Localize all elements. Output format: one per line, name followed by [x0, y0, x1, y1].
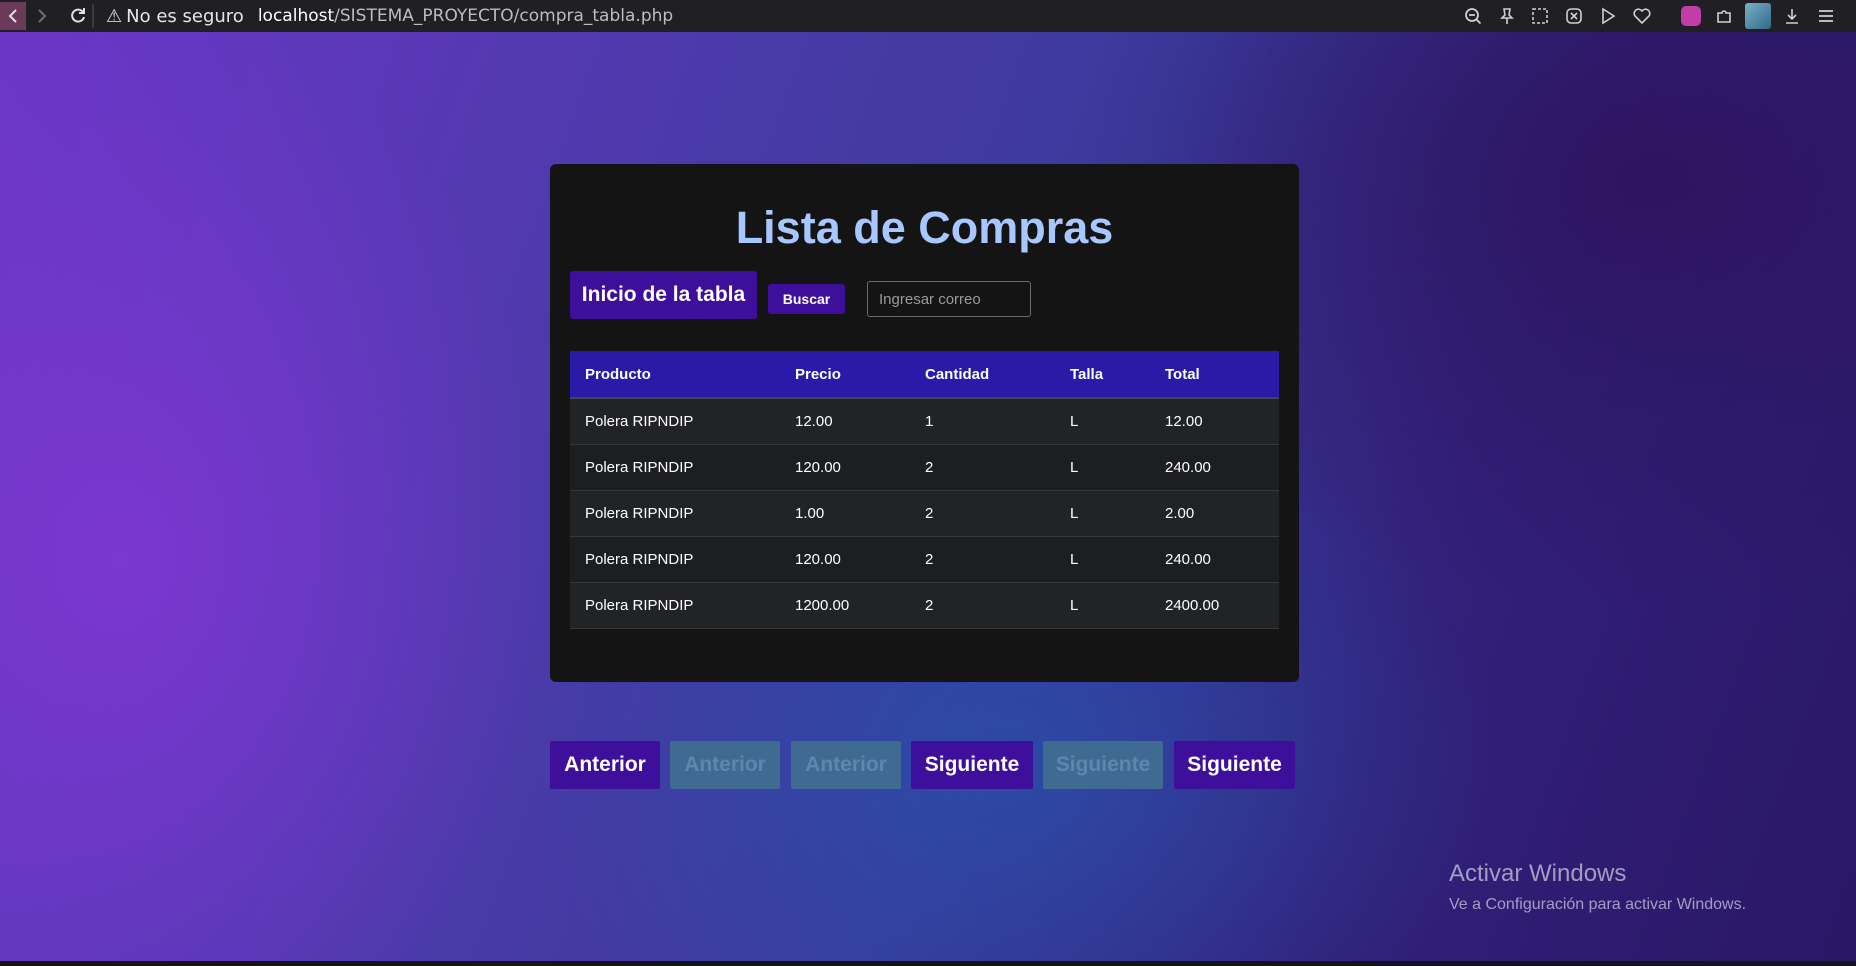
- next-button-disabled[interactable]: Siguiente: [1043, 741, 1163, 789]
- block-icon[interactable]: [1561, 3, 1587, 29]
- cell-total: 240.00: [1150, 444, 1279, 491]
- purchases-table: Producto Precio Cantidad Talla Total Pol…: [570, 351, 1279, 629]
- cell-cantidad: 1: [910, 398, 1055, 445]
- forward-icon[interactable]: [28, 2, 56, 30]
- cell-precio: 12.00: [780, 398, 910, 445]
- table-row: Polera RIPNDIP 120.00 2 L 240.00: [570, 444, 1279, 491]
- cell-precio: 120.00: [780, 444, 910, 491]
- next-button[interactable]: Siguiente: [1174, 741, 1295, 789]
- column-header-cantidad: Cantidad: [910, 351, 1055, 399]
- watermark-title: Activar Windows: [1449, 860, 1627, 887]
- column-header-precio: Precio: [780, 351, 910, 399]
- cell-talla: L: [1055, 444, 1150, 491]
- play-icon[interactable]: [1595, 3, 1621, 29]
- security-label: No es seguro: [126, 5, 244, 27]
- reload-icon[interactable]: [64, 2, 92, 30]
- table-row: Polera RIPNDIP 12.00 1 L 12.00: [570, 398, 1279, 445]
- watermark-subtitle: Ve a Configuración para activar Windows.: [1449, 896, 1747, 913]
- cell-producto: Polera RIPNDIP: [570, 398, 780, 445]
- back-icon[interactable]: [0, 2, 26, 30]
- cell-producto: Polera RIPNDIP: [570, 490, 780, 537]
- zoom-out-icon[interactable]: [1460, 3, 1486, 29]
- column-header-total: Total: [1150, 351, 1279, 399]
- cell-talla: L: [1055, 582, 1150, 629]
- column-header-producto: Producto: [570, 351, 780, 399]
- cell-producto: Polera RIPNDIP: [570, 582, 780, 629]
- cell-talla: L: [1055, 398, 1150, 445]
- next-button[interactable]: Siguiente: [911, 741, 1033, 789]
- cell-precio: 120.00: [780, 536, 910, 583]
- bottom-edge: [0, 961, 1856, 966]
- warning-icon: ⚠: [106, 5, 123, 27]
- cell-producto: Polera RIPNDIP: [570, 444, 780, 491]
- screenshot-icon[interactable]: [1527, 3, 1553, 29]
- cell-total: 2.00: [1150, 490, 1279, 537]
- url-path: /SISTEMA_PROYECTO/compra_tabla.php: [334, 6, 674, 26]
- cell-total: 2400.00: [1150, 582, 1279, 629]
- table-row: Polera RIPNDIP 1200.00 2 L 2400.00: [570, 582, 1279, 629]
- toolbar-divider: [92, 4, 94, 28]
- cell-cantidad: 2: [910, 490, 1055, 537]
- extensions-icon[interactable]: [1711, 3, 1737, 29]
- table-header-row: Producto Precio Cantidad Talla Total: [570, 351, 1279, 399]
- search-button[interactable]: Buscar: [768, 284, 845, 314]
- cell-total: 12.00: [1150, 398, 1279, 445]
- cell-cantidad: 2: [910, 536, 1055, 583]
- table-start-button[interactable]: Inicio de la tabla: [570, 271, 757, 319]
- purchases-card: Lista de Compras Inicio de la tabla Busc…: [550, 164, 1299, 682]
- heart-icon[interactable]: [1629, 3, 1655, 29]
- previous-button-disabled[interactable]: Anterior: [670, 741, 780, 789]
- table-row: Polera RIPNDIP 120.00 2 L 240.00: [570, 536, 1279, 583]
- profile-avatar-icon[interactable]: [1745, 3, 1771, 29]
- previous-button-disabled[interactable]: Anterior: [791, 741, 901, 789]
- previous-button[interactable]: Anterior: [550, 741, 660, 789]
- pagination: Anterior Anterior Anterior Siguiente Sig…: [550, 741, 1295, 789]
- windows-activation-watermark: Activar Windows Ve a Configuración para …: [1449, 860, 1746, 914]
- pin-icon[interactable]: [1494, 3, 1520, 29]
- column-header-talla: Talla: [1055, 351, 1150, 399]
- email-search-input[interactable]: [867, 281, 1031, 317]
- cell-total: 240.00: [1150, 536, 1279, 583]
- cell-cantidad: 2: [910, 582, 1055, 629]
- url-text[interactable]: localhost/SISTEMA_PROYECTO/compra_tabla.…: [258, 6, 673, 26]
- page-title: Lista de Compras: [735, 202, 1114, 253]
- download-icon[interactable]: [1779, 3, 1805, 29]
- url-host: localhost: [257, 6, 335, 26]
- cell-producto: Polera RIPNDIP: [570, 536, 780, 583]
- table-row: Polera RIPNDIP 1.00 2 L 2.00: [570, 490, 1279, 537]
- cell-talla: L: [1055, 536, 1150, 583]
- browser-toolbar: ⚠ No es seguro localhost/SISTEMA_PROYECT…: [0, 0, 1856, 32]
- cell-talla: L: [1055, 490, 1150, 537]
- menu-icon[interactable]: [1813, 3, 1839, 29]
- cell-precio: 1200.00: [780, 582, 910, 629]
- cell-cantidad: 2: [910, 444, 1055, 491]
- extension-app-icon[interactable]: [1681, 6, 1701, 26]
- address-bar[interactable]: ⚠ No es seguro localhost/SISTEMA_PROYECT…: [100, 3, 1440, 29]
- cell-precio: 1.00: [780, 490, 910, 537]
